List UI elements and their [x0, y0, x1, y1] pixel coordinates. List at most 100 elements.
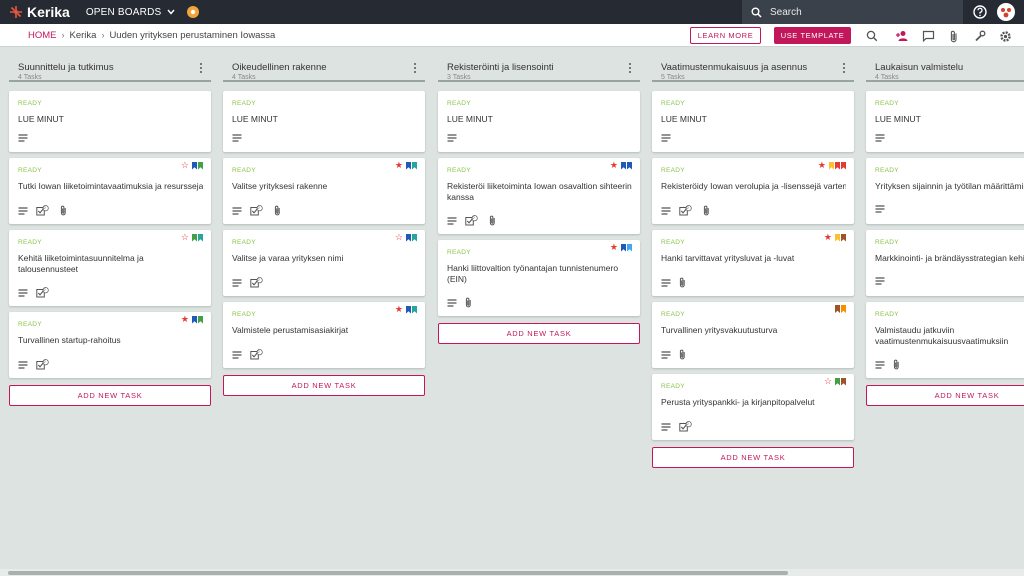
- add-new-task-button[interactable]: ADD NEW TASK: [652, 447, 854, 468]
- task-icons: [232, 134, 250, 142]
- add-new-task-button[interactable]: ADD NEW TASK: [866, 385, 1024, 406]
- task-card[interactable]: READY Tutki Iowan liiketoimintavaatimuksi…: [9, 158, 211, 224]
- checklist-count: 0: [43, 287, 46, 292]
- task-status: READY: [875, 311, 899, 318]
- task-card[interactable]: READY Kehitä liiketoimintasuunnitelma ja …: [9, 230, 211, 306]
- logo-text: Kerika: [27, 4, 70, 20]
- breadcrumb: HOME › Kerika › Uuden yrityksen perustam…: [28, 30, 275, 41]
- task-card[interactable]: READY Perusta yrityspankki- ja kirjanpito…: [652, 374, 854, 440]
- task-card[interactable]: READY LUE MINUT: [223, 91, 425, 152]
- checklist-icon: 0: [36, 205, 52, 216]
- star-outline-icon[interactable]: ☆: [181, 161, 189, 170]
- task-flags: ★: [395, 305, 417, 314]
- chat-icon[interactable]: [921, 29, 935, 43]
- task-title: Rekisteröidy Iowan verolupia ja -lisenss…: [661, 181, 846, 191]
- user-avatar[interactable]: [997, 3, 1015, 21]
- checklist-icon: 0: [465, 215, 481, 226]
- bookmark-tag-icon: [835, 377, 840, 386]
- add-person-icon[interactable]: [895, 29, 909, 43]
- task-card[interactable]: READY Rekisteröidy Iowan verolupia ja -li…: [652, 158, 854, 224]
- task-status: READY: [232, 100, 256, 107]
- board-column: Laukaisun valmistelu 4 Tasks READY LUE MINU…: [866, 58, 1024, 406]
- star-filled-icon[interactable]: ★: [824, 233, 832, 242]
- task-card[interactable]: READY Valmistele perustamisasiakirjat ★ 0: [223, 302, 425, 368]
- task-card[interactable]: READY Valmistaudu jatkuviin vaatimustenmu…: [866, 302, 1024, 378]
- attachment-icon: [489, 215, 496, 226]
- task-title: LUE MINUT: [232, 114, 278, 124]
- task-card[interactable]: READY LUE MINUT: [866, 91, 1024, 152]
- horizontal-scrollbar[interactable]: [8, 571, 788, 575]
- task-icons: 0: [232, 205, 289, 216]
- task-flags: ★: [181, 315, 203, 324]
- task-status: READY: [18, 100, 42, 107]
- description-icon: [232, 278, 242, 287]
- column-header[interactable]: Vaatimustenmukaisuus ja asennus 5 Tasks: [652, 58, 854, 82]
- kerika-logo[interactable]: Kerika: [9, 4, 70, 20]
- star-filled-icon[interactable]: ★: [181, 315, 189, 324]
- add-new-task-button[interactable]: ADD NEW TASK: [9, 385, 211, 406]
- task-card[interactable]: READY Valitse yrityksesi rakenne ★ 0: [223, 158, 425, 224]
- avatar-icon: [998, 4, 1014, 20]
- bookmark-tag-icon: [835, 233, 840, 242]
- task-status: READY: [18, 239, 42, 246]
- star-filled-icon[interactable]: ★: [610, 161, 618, 170]
- task-card[interactable]: READY Markkinointi- ja brändäysstrategian…: [866, 230, 1024, 296]
- column-header[interactable]: Laukaisun valmistelu 4 Tasks: [866, 58, 1024, 82]
- checklist-count: 0: [43, 205, 46, 210]
- task-card[interactable]: READY LUE MINUT: [438, 91, 640, 152]
- learn-more-button[interactable]: LEARN MORE: [690, 27, 761, 44]
- task-card[interactable]: READY Turvallinen yritysvakuutusturva: [652, 302, 854, 368]
- search-icon[interactable]: [865, 29, 879, 43]
- more-vertical-icon[interactable]: [842, 63, 846, 75]
- column-header[interactable]: Suunnittelu ja tutkimus 4 Tasks: [9, 58, 211, 82]
- task-card[interactable]: READY Turvallinen startup-rahoitus ★ 0: [9, 312, 211, 378]
- board-column: Oikeudellinen rakenne 4 Tasks READY LUE MIN…: [223, 58, 425, 396]
- org-badge-icon[interactable]: [187, 6, 200, 18]
- star-filled-icon[interactable]: ★: [818, 161, 826, 170]
- task-card[interactable]: READY LUE MINUT: [9, 91, 211, 152]
- settings-icon[interactable]: [998, 29, 1012, 43]
- star-filled-icon[interactable]: ★: [610, 243, 618, 252]
- more-vertical-icon[interactable]: [628, 63, 632, 75]
- star-filled-icon[interactable]: ★: [395, 161, 403, 170]
- tools-icon[interactable]: [973, 29, 987, 43]
- task-icons: [875, 205, 893, 213]
- task-card[interactable]: READY Valitse ja varaa yrityksen nimi ☆ 0: [223, 230, 425, 296]
- column-header[interactable]: Oikeudellinen rakenne 4 Tasks: [223, 58, 425, 82]
- use-template-button[interactable]: USE TEMPLATE: [774, 27, 851, 44]
- task-card[interactable]: READY LUE MINUT: [652, 91, 854, 152]
- task-card[interactable]: READY Hanki liittovaltion työnantajan tun…: [438, 240, 640, 316]
- bookmark-tag-icon: [841, 233, 846, 242]
- bookmark-tag-icon: [198, 161, 203, 170]
- checklist-icon: 0: [36, 359, 52, 370]
- help-icon[interactable]: [973, 5, 987, 24]
- task-card[interactable]: READY Yrityksen sijainnin ja työtilan mää…: [866, 158, 1024, 224]
- breadcrumb-org[interactable]: Kerika: [70, 30, 97, 41]
- task-card[interactable]: READY Rekisteröi liiketoiminta Iowan osav…: [438, 158, 640, 234]
- attachment-icon: [274, 205, 281, 216]
- task-status: READY: [661, 100, 685, 107]
- bookmark-tag-icon: [835, 161, 840, 170]
- add-new-task-button[interactable]: ADD NEW TASK: [438, 323, 640, 344]
- star-outline-icon[interactable]: ☆: [395, 233, 403, 242]
- open-boards-menu[interactable]: OPEN BOARDS: [86, 7, 176, 18]
- breadcrumb-home[interactable]: HOME: [28, 30, 57, 41]
- search-icon: [751, 7, 762, 18]
- bookmark-tag-icon: [621, 243, 626, 252]
- search-box[interactable]: Search: [742, 0, 963, 24]
- description-icon: [18, 206, 28, 215]
- star-outline-icon[interactable]: ☆: [181, 233, 189, 242]
- task-card[interactable]: READY Hanki tarvittavat yritysluvat ja -l…: [652, 230, 854, 296]
- star-filled-icon[interactable]: ★: [395, 305, 403, 314]
- description-icon: [875, 134, 885, 142]
- more-vertical-icon[interactable]: [413, 63, 417, 75]
- add-new-task-button[interactable]: ADD NEW TASK: [223, 375, 425, 396]
- chevron-right-icon: ›: [61, 30, 65, 40]
- task-status: READY: [447, 100, 471, 107]
- column-header[interactable]: Rekisteröinti ja lisensointi 3 Tasks: [438, 58, 640, 82]
- more-vertical-icon[interactable]: [199, 63, 203, 75]
- attachment-icon: [703, 205, 710, 216]
- board-column: Vaatimustenmukaisuus ja asennus 5 Tasks RE…: [652, 58, 854, 468]
- star-outline-icon[interactable]: ☆: [824, 377, 832, 386]
- attachment-icon[interactable]: [947, 29, 961, 43]
